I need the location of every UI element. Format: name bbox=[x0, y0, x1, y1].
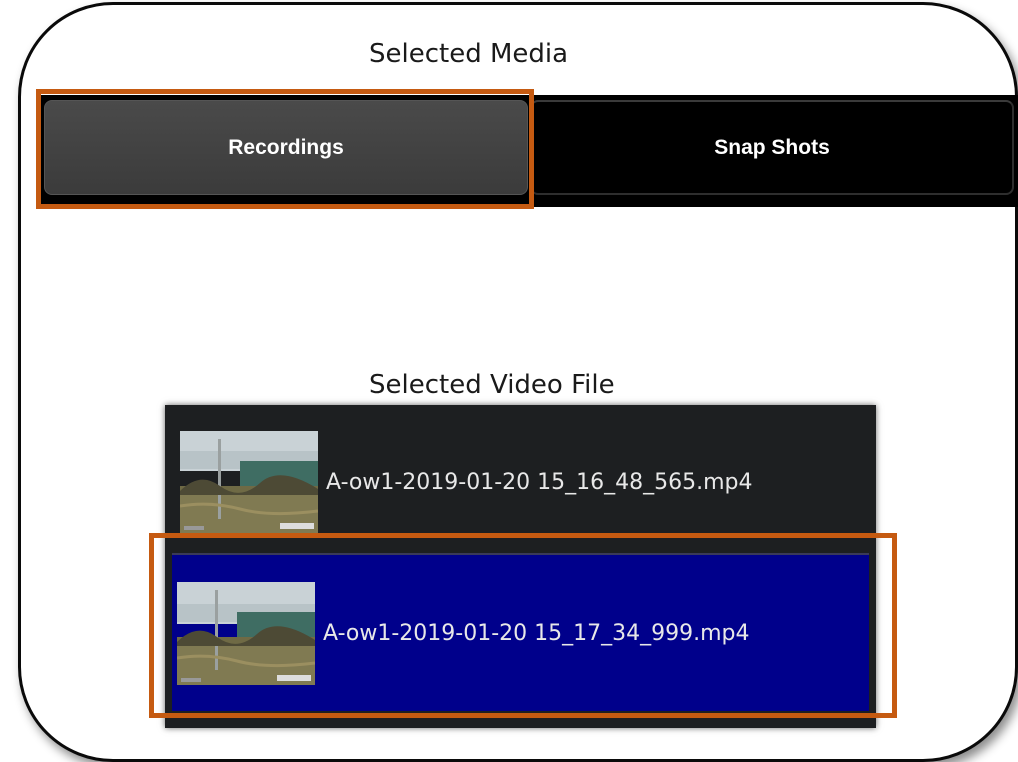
video-thumbnail-icon bbox=[180, 431, 318, 533]
tab-recordings[interactable]: Recordings bbox=[44, 100, 528, 195]
tab-snap-shots[interactable]: Snap Shots bbox=[530, 100, 1014, 195]
list-item-selected[interactable]: A-ow1-2019-01-20 15_17_34_999.mp4 bbox=[172, 553, 869, 711]
file-name: A-ow1-2019-01-20 15_17_34_999.mp4 bbox=[323, 620, 750, 646]
video-file-list: A-ow1-2019-01-20 15_16_48_565.mp4 A-ow1-… bbox=[165, 405, 876, 728]
file-name: A-ow1-2019-01-20 15_16_48_565.mp4 bbox=[326, 469, 753, 495]
selected-video-file-caption: Selected Video File bbox=[369, 370, 615, 400]
selected-media-caption: Selected Media bbox=[369, 39, 569, 69]
video-thumbnail-icon bbox=[177, 581, 315, 685]
media-tab-bar: Recordings Snap Shots bbox=[36, 95, 1018, 207]
list-item[interactable]: A-ow1-2019-01-20 15_16_48_565.mp4 bbox=[175, 417, 866, 547]
